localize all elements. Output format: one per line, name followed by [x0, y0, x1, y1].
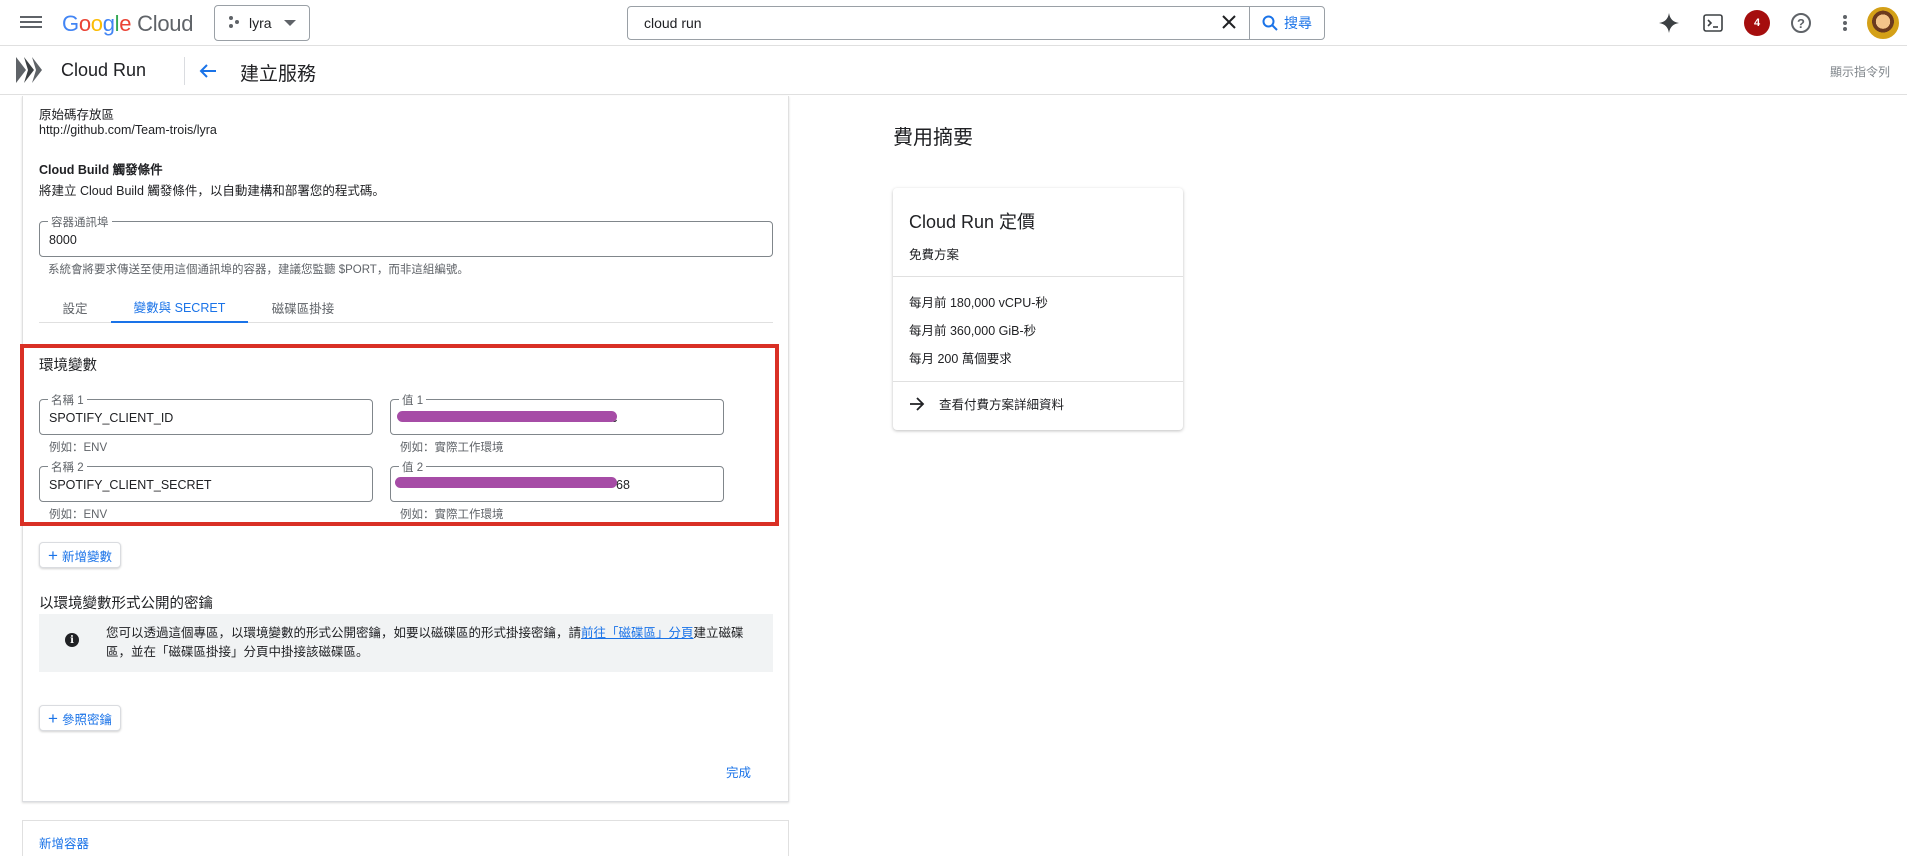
env-name-field-2[interactable]: 名稱 2 SPOTIFY_CLIENT_SECRET [39, 459, 373, 502]
product-title: Cloud Run [61, 60, 147, 80]
reference-secret-button[interactable]: + 參照密鑰 [39, 705, 121, 731]
field-label: 值 1 [399, 392, 427, 408]
env-name-hint: 例如：ENV [49, 442, 108, 454]
search-input[interactable] [628, 7, 1209, 39]
redaction-mark [397, 411, 617, 422]
add-container-link[interactable]: 新增容器 [39, 833, 89, 852]
field-value-visible-tail: 68 [616, 478, 630, 492]
env-value-field-2[interactable]: 值 2 68 [390, 459, 724, 502]
field-label: 名稱 1 [48, 392, 87, 408]
env-value-hint: 例如：實際工作環境 [400, 509, 504, 521]
search-icon [1262, 15, 1278, 31]
chevron-down-icon [283, 20, 296, 26]
repo-label: 原始碼存放區 [39, 108, 115, 122]
new-container-section: 新增容器 [22, 820, 789, 856]
field-label: 值 2 [399, 459, 427, 475]
notifications-button[interactable]: 4 [1735, 1, 1779, 45]
top-bar: GoogleCloud lyra 搜尋 4 ? [0, 0, 1907, 46]
tab-settings[interactable]: 設定 [39, 292, 111, 323]
volumes-tab-link[interactable]: 前往「磁碟區」分頁 [581, 626, 694, 640]
container-config-panel: 原始碼存放區 http://github.com/Team-trois/lyra… [20, 96, 789, 802]
cost-summary-heading: 費用摘要 [893, 127, 973, 149]
env-value-field-1[interactable]: 值 1 c [390, 392, 724, 435]
env-name-hint: 例如：ENV [49, 509, 108, 521]
pricing-card-title: Cloud Run 定價 [909, 212, 1036, 232]
help-button[interactable]: ? [1779, 1, 1823, 45]
info-text: 您可以透過這個專區，以環境變數的形式公開密鑰，如要以磁碟區的形式掛接密鑰，請前往… [106, 624, 761, 662]
divider [893, 381, 1183, 382]
top-actions: 4 ? [1647, 0, 1907, 46]
button-label: 參照密鑰 [61, 712, 112, 727]
more-options-icon[interactable] [1823, 1, 1867, 45]
repo-url: http://github.com/Team-trois/lyra [39, 123, 217, 137]
project-selector[interactable]: lyra [214, 5, 310, 41]
pricing-item: 每月前 180,000 vCPU-秒 [909, 296, 1048, 310]
tab-volume-mounts[interactable]: 磁碟區掛接 [248, 292, 358, 323]
view-paid-tier-link[interactable]: 查看付費方案詳細資料 [909, 394, 1064, 413]
clear-search-icon[interactable] [1209, 12, 1249, 35]
field-value: SPOTIFY_CLIENT_ID [49, 411, 174, 425]
secrets-info-box: i 您可以透過這個專區，以環境變數的形式公開密鑰，如要以磁碟區的形式掛接密鑰，請… [39, 614, 773, 672]
page-title: 建立服務 [240, 64, 317, 85]
notification-count-badge: 4 [1744, 10, 1770, 36]
back-arrow-icon[interactable] [194, 57, 222, 85]
secrets-heading: 以環境變數形式公開的密鑰 [39, 596, 213, 612]
pricing-item: 每月前 360,000 GiB-秒 [909, 324, 1037, 338]
pricing-item: 每月 200 萬個要求 [909, 352, 1012, 366]
env-value-hint: 例如：實際工作環境 [400, 442, 504, 454]
done-button[interactable]: 完成 [726, 762, 751, 781]
google-cloud-logo[interactable]: Google Cloud [62, 11, 193, 37]
field-label: 容器通訊埠 [48, 214, 112, 230]
cloud-run-logo-icon [16, 57, 42, 83]
env-vars-heading: 環境變數 [39, 358, 97, 374]
info-text-part: 您可以透過這個專區，以環境變數的形式公開密鑰，如要以磁碟區的形式掛接密鑰，請 [106, 626, 582, 640]
help-icon: ? [1791, 13, 1811, 33]
project-name: lyra [249, 15, 272, 31]
container-port-field[interactable]: 容器通訊埠 8000 [39, 214, 773, 257]
button-label: 新增變數 [61, 549, 112, 564]
gemini-sparkle-icon[interactable] [1647, 1, 1691, 45]
pricing-card: Cloud Run 定價 免費方案 每月前 180,000 vCPU-秒 每月前… [893, 188, 1183, 430]
trigger-description: 將建立 Cloud Build 觸發條件，以自動建構和部署您的程式碼。 [39, 184, 385, 198]
account-avatar[interactable] [1867, 7, 1899, 39]
add-variable-button[interactable]: + 新增變數 [39, 542, 121, 568]
product-header: Cloud Run 建立服務 顯示指令列 [0, 47, 1907, 95]
divider [893, 276, 1183, 277]
show-command-line-link[interactable]: 顯示指令列 [1830, 63, 1890, 80]
search-button-label: 搜尋 [1284, 15, 1312, 31]
plus-icon: + [48, 545, 58, 565]
tab-variables-secrets[interactable]: 變數與 SECRET [111, 292, 248, 323]
field-label: 名稱 2 [48, 459, 87, 475]
arrow-right-icon [910, 396, 925, 411]
divider [184, 57, 185, 85]
free-tier-label: 免費方案 [909, 248, 960, 262]
search-button[interactable]: 搜尋 [1249, 7, 1324, 39]
trigger-title: Cloud Build 觸發條件 [39, 163, 163, 177]
main-menu-icon[interactable] [20, 13, 42, 31]
search-bar: 搜尋 [627, 6, 1325, 40]
field-value: SPOTIFY_CLIENT_SECRET [49, 478, 212, 492]
cloud-shell-terminal-icon[interactable] [1691, 1, 1735, 45]
env-name-field-1[interactable]: 名稱 1 SPOTIFY_CLIENT_ID [39, 392, 373, 435]
project-icon [227, 15, 241, 32]
plus-icon: + [48, 708, 58, 728]
tab-bar: 設定 變數與 SECRET 磁碟區掛接 [39, 292, 773, 323]
field-value: 8000 [49, 233, 77, 247]
link-label: 查看付費方案詳細資料 [939, 398, 1065, 412]
info-icon: i [65, 633, 79, 647]
redaction-mark [395, 477, 617, 488]
port-hint: 系統會將要求傳送至使用這個通訊埠的容器，建議您監聽 $PORT，而非這組編號。 [48, 264, 469, 276]
